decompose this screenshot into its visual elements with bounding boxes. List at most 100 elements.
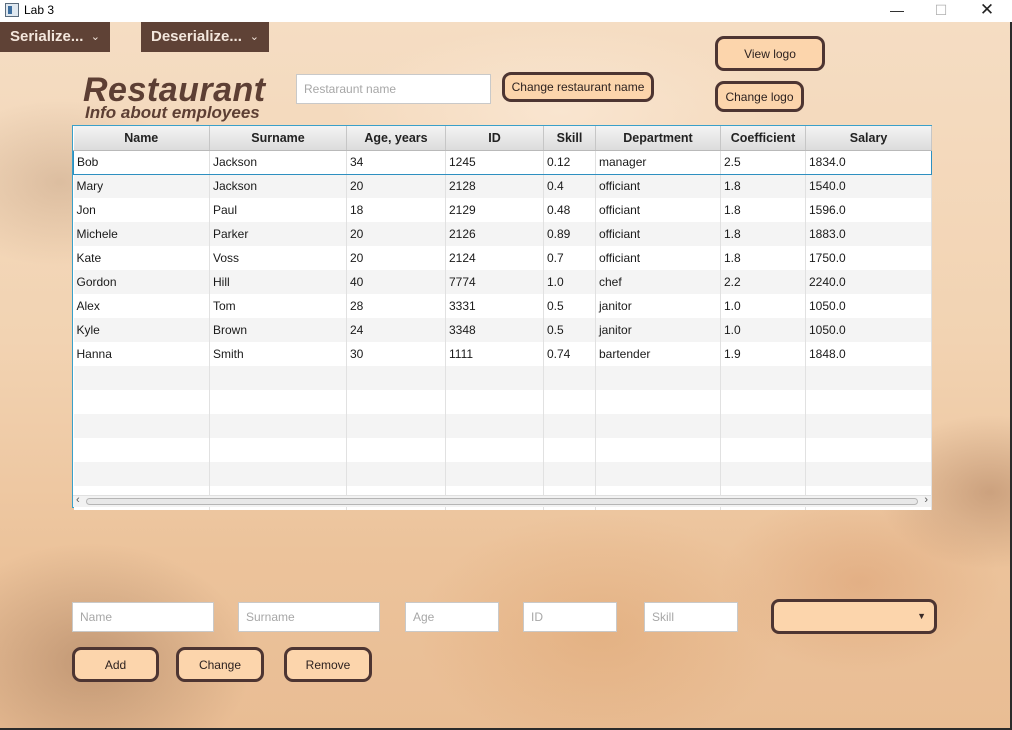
scroll-left-icon[interactable]: ‹ bbox=[76, 494, 80, 506]
table-cell bbox=[720, 438, 806, 462]
table-cell: 1848.0 bbox=[805, 342, 932, 366]
table-cell: 0.48 bbox=[543, 198, 596, 222]
table-cell: Jackson bbox=[209, 174, 347, 198]
name-input[interactable] bbox=[72, 602, 214, 632]
table-row[interactable]: Kate Voss 20 2124 0.7 officiant 1.8 1750.0 bbox=[73, 246, 932, 270]
add-button[interactable]: Add bbox=[72, 647, 159, 682]
table-cell bbox=[73, 462, 210, 486]
table-cell bbox=[595, 438, 721, 462]
age-input[interactable] bbox=[405, 602, 499, 632]
table-cell: 1.0 bbox=[543, 270, 596, 294]
table-cell: 2240.0 bbox=[805, 270, 932, 294]
column-header[interactable]: Skill bbox=[543, 126, 596, 151]
app-icon bbox=[5, 3, 19, 17]
change-logo-button[interactable]: Change logo bbox=[715, 81, 804, 112]
table-cell: 20 bbox=[346, 246, 446, 270]
remove-button[interactable]: Remove bbox=[284, 647, 372, 682]
maximize-button[interactable]: ☐ bbox=[918, 0, 964, 22]
table-cell bbox=[595, 366, 721, 390]
column-header[interactable]: Salary bbox=[805, 126, 932, 151]
table-cell bbox=[209, 462, 347, 486]
table-cell: Smith bbox=[209, 342, 347, 366]
deserialize-label: Deserialize... bbox=[151, 28, 242, 45]
table-row[interactable]: Michele Parker 20 2126 0.89 officiant 1.8 1883.… bbox=[73, 222, 932, 246]
table-cell: 34 bbox=[346, 149, 446, 175]
table-cell: 1.8 bbox=[720, 174, 806, 198]
chevron-down-icon: ⌄ bbox=[249, 31, 259, 43]
column-header[interactable]: Name bbox=[73, 126, 210, 151]
table-cell bbox=[346, 366, 446, 390]
table-cell bbox=[720, 390, 806, 414]
table-cell bbox=[73, 366, 210, 390]
table-cell: Jon bbox=[73, 198, 210, 222]
scroll-right-icon[interactable]: › bbox=[924, 494, 928, 506]
horizontal-scrollbar[interactable]: ‹ › bbox=[73, 494, 931, 507]
table-cell: 18 bbox=[346, 198, 446, 222]
serialize-menu-button[interactable]: Serialize... ⌄ bbox=[0, 22, 110, 52]
department-combo-box[interactable]: ▼ bbox=[771, 599, 937, 634]
table-cell: Hanna bbox=[73, 342, 210, 366]
minimize-button[interactable]: — bbox=[874, 0, 920, 22]
table-cell: Jackson bbox=[209, 149, 347, 175]
table-row[interactable]: Jon Paul 18 2129 0.48 officiant 1.8 1596.0 bbox=[73, 198, 932, 222]
column-header[interactable]: Department bbox=[595, 126, 721, 151]
chevron-down-icon: ⌄ bbox=[90, 31, 100, 43]
column-header[interactable]: Surname bbox=[209, 126, 347, 151]
table-cell bbox=[595, 390, 721, 414]
close-button[interactable]: ✕ bbox=[964, 0, 1010, 22]
table-cell bbox=[209, 366, 347, 390]
table-row[interactable]: Bob Jackson 34 1245 0.12 manager 2.5 1834.0 bbox=[73, 149, 932, 175]
table-cell bbox=[543, 462, 596, 486]
table-cell: Kyle bbox=[73, 318, 210, 342]
table-cell: 0.12 bbox=[543, 149, 596, 175]
table-cell bbox=[543, 438, 596, 462]
table-cell: 1.0 bbox=[720, 294, 806, 318]
table-cell bbox=[346, 438, 446, 462]
table-cell: officiant bbox=[595, 198, 721, 222]
table-cell: 2.2 bbox=[720, 270, 806, 294]
table-cell: bartender bbox=[595, 342, 721, 366]
table-cell: 0.74 bbox=[543, 342, 596, 366]
table-row[interactable]: Hanna Smith 30 1111 0.74 bartender 1.9 1848.0 bbox=[73, 342, 932, 366]
table-cell bbox=[805, 390, 932, 414]
table-cell bbox=[543, 366, 596, 390]
table-cell: Brown bbox=[209, 318, 347, 342]
employees-table[interactable]: Name Surname Age, years ID Skill Department Co… bbox=[72, 125, 932, 510]
table-cell bbox=[346, 462, 446, 486]
table-cell: 20 bbox=[346, 174, 446, 198]
table-cell: 0.5 bbox=[543, 294, 596, 318]
table-cell bbox=[720, 414, 806, 438]
change-button[interactable]: Change bbox=[176, 647, 264, 682]
table-cell bbox=[595, 414, 721, 438]
id-input[interactable] bbox=[523, 602, 617, 632]
table-cell bbox=[209, 390, 347, 414]
surname-input[interactable] bbox=[238, 602, 380, 632]
view-logo-button[interactable]: View logo bbox=[715, 36, 825, 71]
table-cell: 0.4 bbox=[543, 174, 596, 198]
table-cell: 1.8 bbox=[720, 198, 806, 222]
change-restaurant-name-button[interactable]: Change restaurant name bbox=[502, 72, 654, 102]
table-cell: 20 bbox=[346, 222, 446, 246]
table-row[interactable]: Kyle Brown 24 3348 0.5 janitor 1.0 1050.0 bbox=[73, 318, 932, 342]
table-cell: 1.8 bbox=[720, 246, 806, 270]
table-row[interactable]: Alex Tom 28 3331 0.5 janitor 1.0 1050.0 bbox=[73, 294, 932, 318]
page-subtitle: Info about employees bbox=[85, 103, 260, 122]
table-cell bbox=[543, 414, 596, 438]
table-cell bbox=[445, 390, 544, 414]
table-row[interactable]: Mary Jackson 20 2128 0.4 officiant 1.8 1540.0 bbox=[73, 174, 932, 198]
deserialize-menu-button[interactable]: Deserialize... ⌄ bbox=[141, 22, 269, 52]
scrollbar-thumb[interactable] bbox=[86, 498, 918, 505]
table-cell: 2129 bbox=[445, 198, 544, 222]
column-header[interactable]: Age, years bbox=[346, 126, 446, 151]
table-row[interactable]: Gordon Hill 40 7774 1.0 chef 2.2 2240.0 bbox=[73, 270, 932, 294]
table-cell: Voss bbox=[209, 246, 347, 270]
table-cell: Kate bbox=[73, 246, 210, 270]
table-cell: 1111 bbox=[445, 342, 544, 366]
column-header[interactable]: Coefficient bbox=[720, 126, 806, 151]
restaurant-name-input[interactable] bbox=[296, 74, 491, 104]
column-header[interactable]: ID bbox=[445, 126, 544, 151]
skill-input[interactable] bbox=[644, 602, 738, 632]
table-cell bbox=[445, 414, 544, 438]
table-cell: 1050.0 bbox=[805, 318, 932, 342]
table-cell: Tom bbox=[209, 294, 347, 318]
